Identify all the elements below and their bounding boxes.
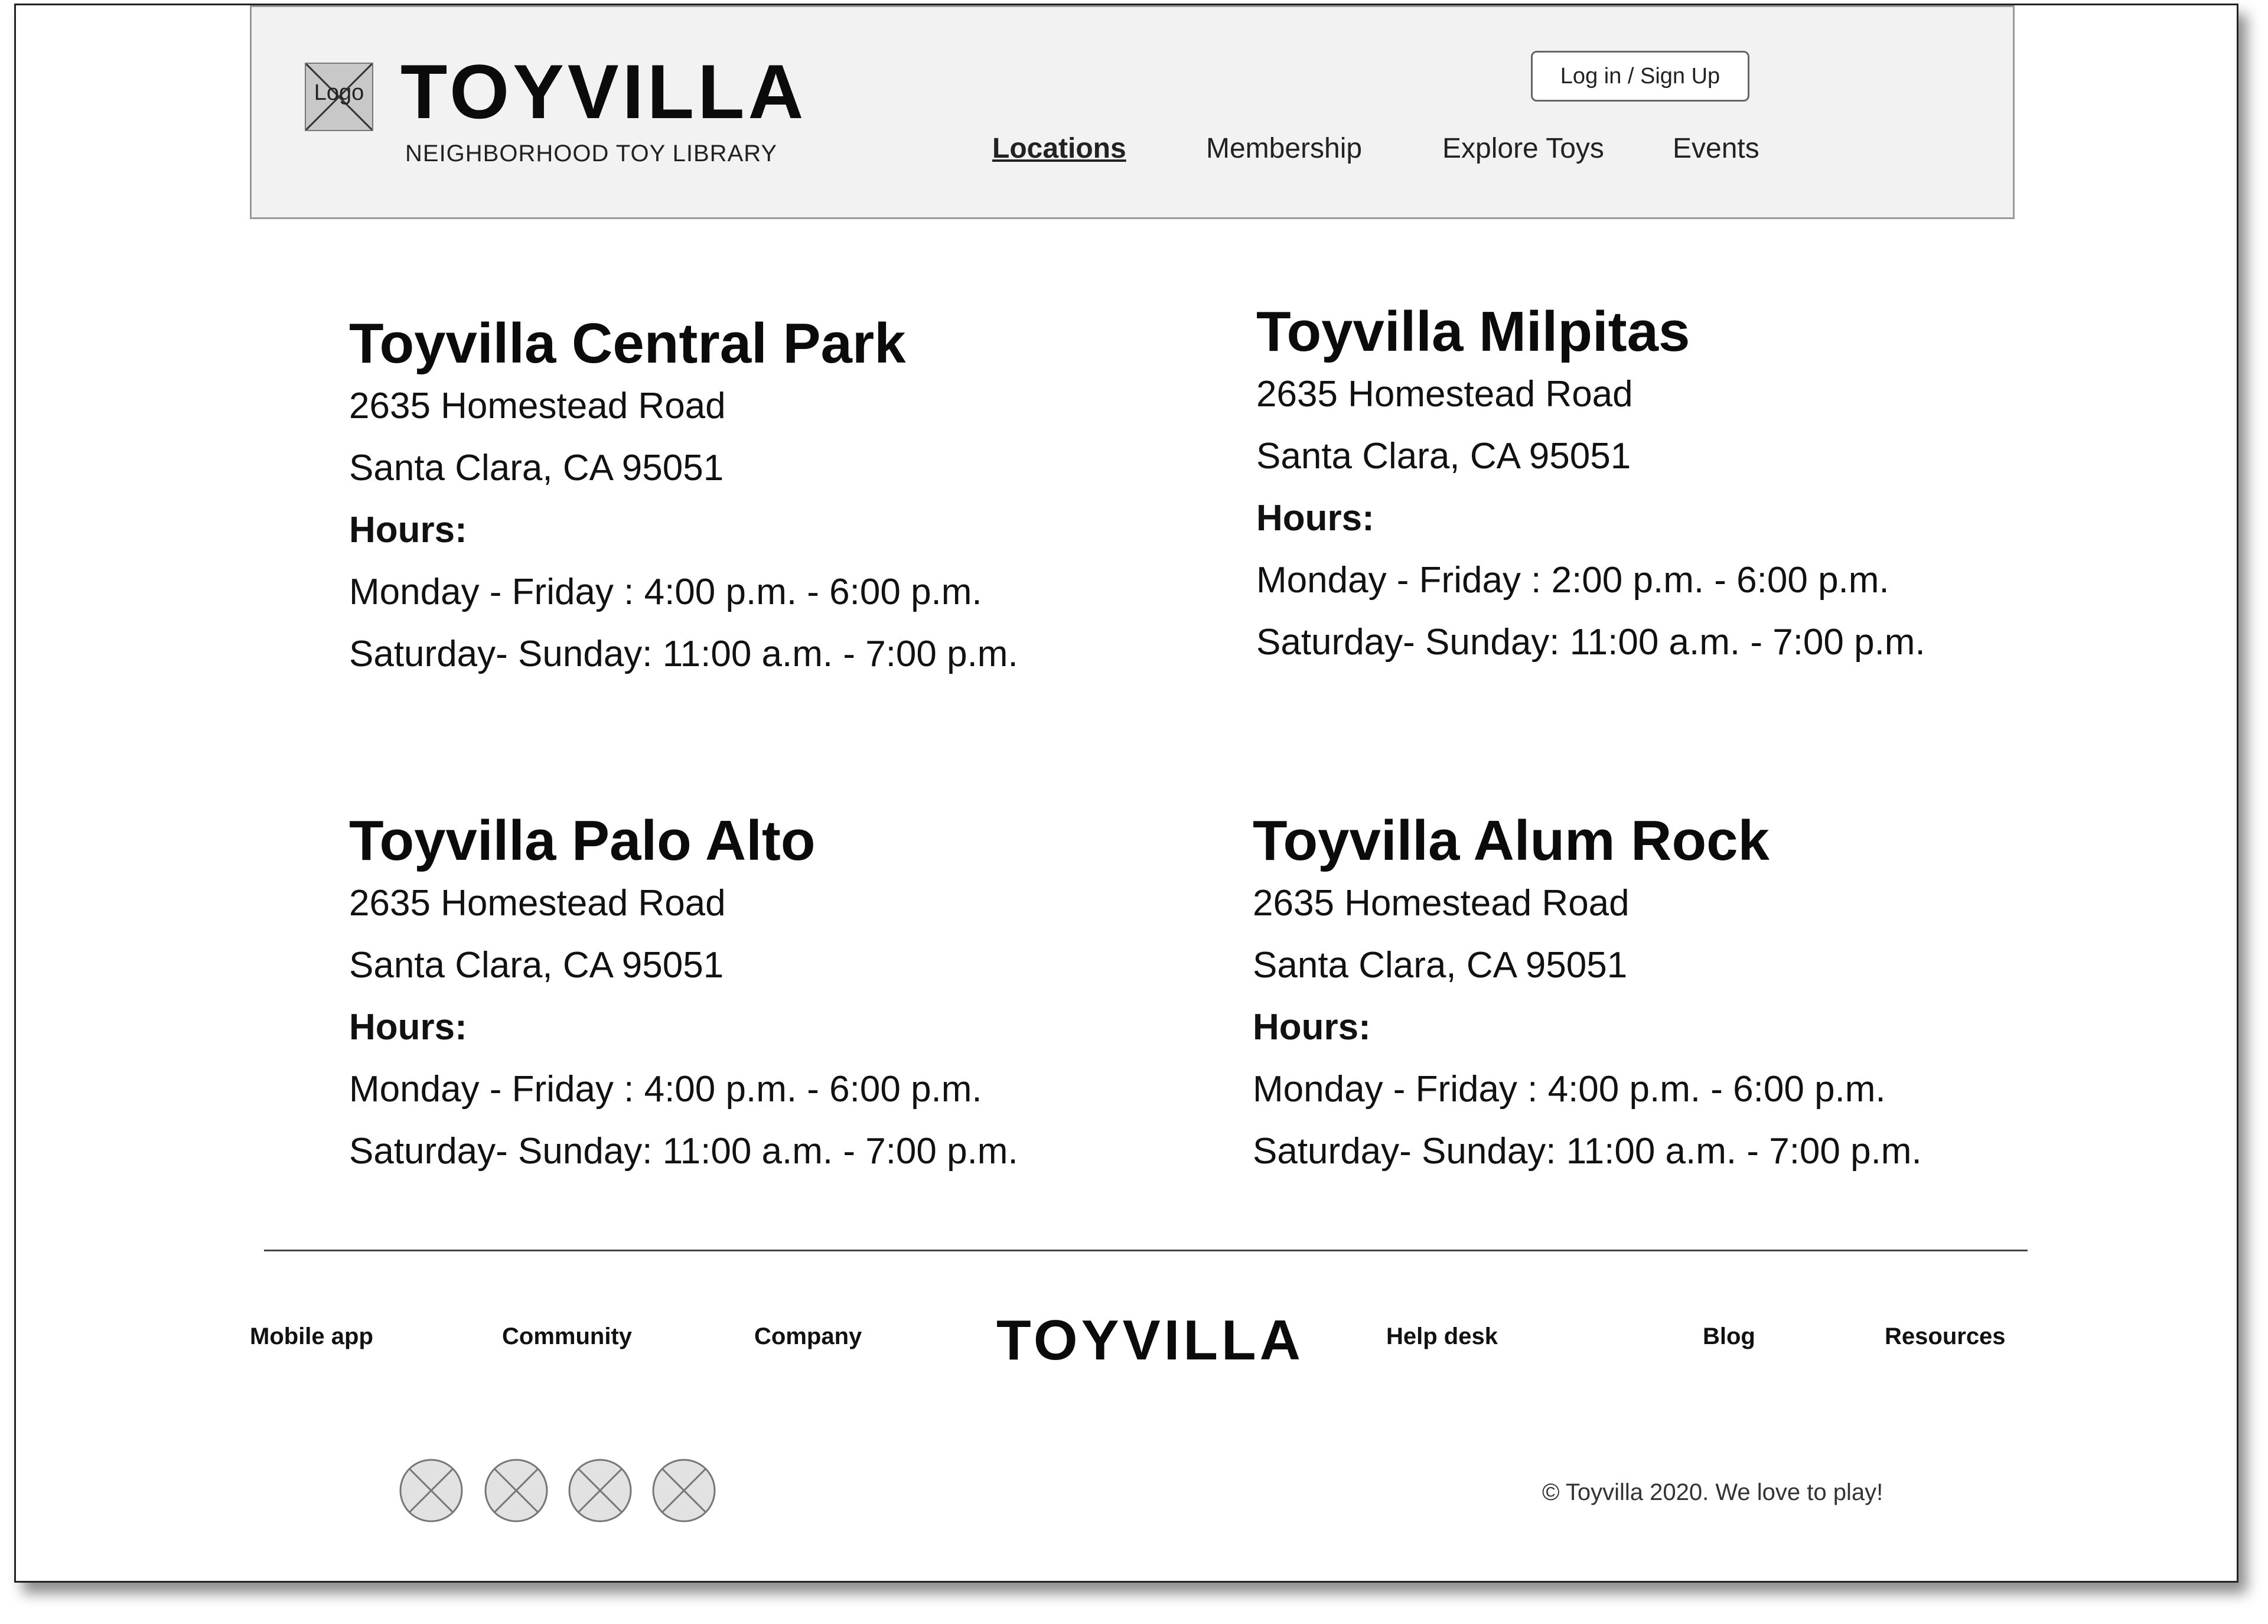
nav-item-membership[interactable]: Membership: [1206, 132, 1362, 165]
logo-label: Logo: [314, 80, 364, 105]
location-hours-label: Hours:: [1253, 1006, 1371, 1048]
copyright-text: © Toyvilla 2020. We love to play!: [1542, 1479, 1884, 1505]
location-weekend-hours: Saturday- Sunday: 11:00 a.m. - 7:00 p.m.: [349, 1130, 1018, 1172]
page-frame: Logo TOYVILLA NEIGHBORHOOD TOY LIBRARY L…: [14, 4, 2238, 1583]
logo-placeholder-icon[interactable]: Logo: [305, 63, 373, 131]
brand-name[interactable]: TOYVILLA: [400, 53, 807, 130]
social-placeholder-icon[interactable]: [399, 1458, 464, 1523]
footer-link-help-desk[interactable]: Help desk: [1386, 1323, 1498, 1350]
location-name[interactable]: Toyvilla Palo Alto: [349, 810, 1176, 872]
location-weekend-hours: Saturday- Sunday: 11:00 a.m. - 7:00 p.m.: [1253, 1130, 1922, 1172]
location-address-line1: 2635 Homestead Road: [1256, 373, 1633, 415]
location-name[interactable]: Toyvilla Milpitas: [1256, 301, 2083, 363]
footer-divider: [264, 1250, 2028, 1251]
location-name[interactable]: Toyvilla Central Park: [349, 312, 1176, 375]
location-weekday-hours: Monday - Friday : 4:00 p.m. - 6:00 p.m.: [1253, 1068, 1886, 1110]
location-weekday-hours: Monday - Friday : 4:00 p.m. - 6:00 p.m.: [349, 571, 982, 612]
login-signup-button[interactable]: Log in / Sign Up: [1531, 51, 1749, 102]
footer-link-community[interactable]: Community: [502, 1323, 632, 1350]
social-placeholder-icon[interactable]: [568, 1458, 633, 1523]
footer-link-mobile-app[interactable]: Mobile app: [250, 1323, 373, 1350]
location-weekend-hours: Saturday- Sunday: 11:00 a.m. - 7:00 p.m.: [1256, 621, 1925, 663]
location-card: Toyvilla Central Park 2635 Homestead Roa…: [349, 312, 1176, 685]
footer-brand[interactable]: TOYVILLA: [996, 1308, 1304, 1373]
site-header: Logo TOYVILLA NEIGHBORHOOD TOY LIBRARY L…: [250, 5, 2015, 219]
footer-link-resources[interactable]: Resources: [1885, 1323, 2006, 1350]
location-name[interactable]: Toyvilla Alum Rock: [1253, 810, 2080, 872]
location-weekday-hours: Monday - Friday : 4:00 p.m. - 6:00 p.m.: [349, 1068, 982, 1110]
location-card: Toyvilla Milpitas 2635 Homestead Road Sa…: [1256, 301, 2083, 673]
footer-link-company[interactable]: Company: [754, 1323, 862, 1350]
social-placeholder-icon[interactable]: [651, 1458, 716, 1523]
location-address-line2: Santa Clara, CA 95051: [349, 447, 724, 488]
location-address-line1: 2635 Homestead Road: [349, 385, 726, 426]
location-address-line2: Santa Clara, CA 95051: [1253, 944, 1628, 986]
location-hours-label: Hours:: [349, 1006, 467, 1048]
location-address-line2: Santa Clara, CA 95051: [1256, 435, 1631, 477]
location-weekend-hours: Saturday- Sunday: 11:00 a.m. - 7:00 p.m.: [349, 633, 1018, 674]
nav-item-explore-toys[interactable]: Explore Toys: [1442, 132, 1604, 165]
location-address-line1: 2635 Homestead Road: [349, 882, 726, 924]
location-hours-label: Hours:: [1256, 497, 1374, 539]
location-card: Toyvilla Alum Rock 2635 Homestead Road S…: [1253, 810, 2080, 1182]
nav-item-locations[interactable]: Locations: [992, 132, 1126, 165]
brand-tagline: NEIGHBORHOOD TOY LIBRARY: [405, 141, 778, 167]
location-card: Toyvilla Palo Alto 2635 Homestead Road S…: [349, 810, 1176, 1182]
social-placeholder-icon[interactable]: [484, 1458, 549, 1523]
location-address-line2: Santa Clara, CA 95051: [349, 944, 724, 986]
location-weekday-hours: Monday - Friday : 2:00 p.m. - 6:00 p.m.: [1256, 559, 1889, 601]
nav-item-events[interactable]: Events: [1673, 132, 1759, 165]
location-hours-label: Hours:: [349, 509, 467, 550]
footer-link-blog[interactable]: Blog: [1703, 1323, 1755, 1350]
location-address-line1: 2635 Homestead Road: [1253, 882, 1630, 924]
